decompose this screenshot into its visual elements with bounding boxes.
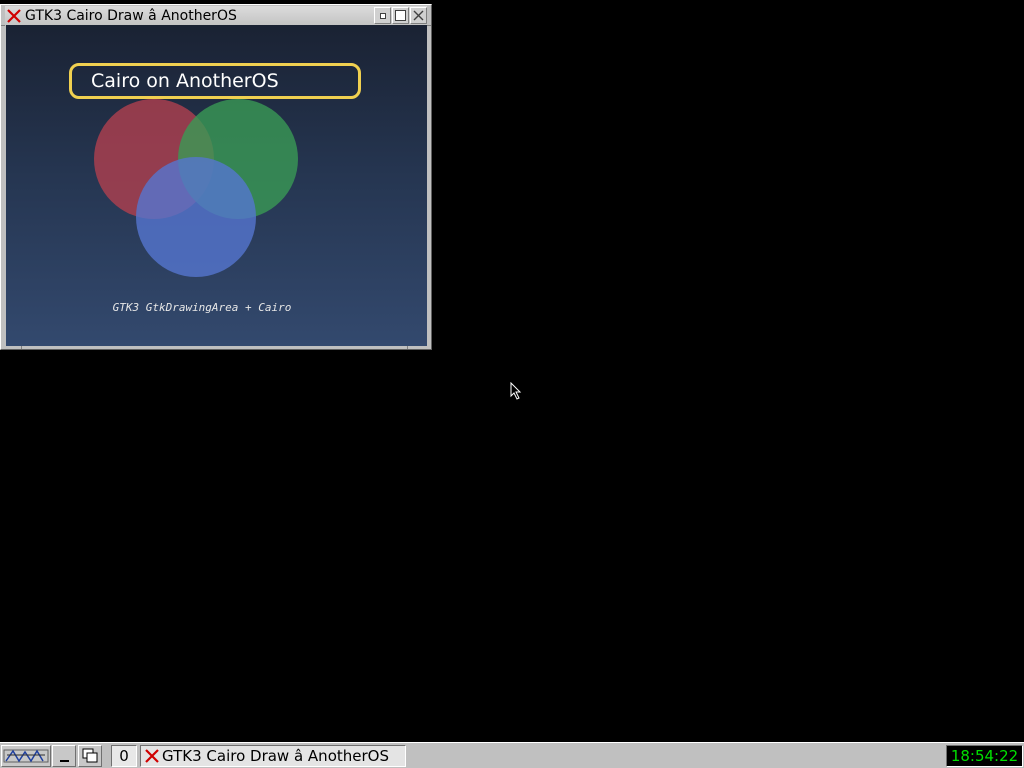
drawing-area[interactable]: Cairo on AnotherOS GTK3 GtkDrawingArea +… (6, 25, 427, 346)
window-list-icon (82, 748, 98, 763)
show-desktop-icon (59, 760, 69, 762)
task-label: GTK3 Cairo Draw â AnotherOS (162, 747, 389, 765)
blue-circle (136, 157, 256, 277)
canvas-caption: GTK3 GtkDrawingArea + Cairo (112, 301, 292, 314)
frame-corner-top-right (427, 25, 431, 26)
x-close-icon (143, 747, 161, 765)
window-titlebar[interactable]: GTK3 Cairo Draw â AnotherOS (5, 6, 427, 25)
close-button[interactable] (410, 7, 427, 24)
taskbar: 0 GTK3 Cairo Draw â AnotherOS 18:54:22 (0, 742, 1024, 768)
window-title: GTK3 Cairo Draw â AnotherOS (25, 7, 237, 24)
show-desktop-button[interactable] (52, 745, 76, 767)
frame-corner-top-left (1, 25, 5, 26)
title-banner: Cairo on AnotherOS (69, 63, 361, 99)
start-menu-button[interactable] (1, 745, 51, 767)
close-icon (413, 10, 424, 21)
minimize-button[interactable] (374, 7, 391, 24)
desktop[interactable]: GTK3 Cairo Draw â AnotherOS Cairo on Ano… (0, 0, 1024, 768)
banner-text: Cairo on AnotherOS (91, 70, 279, 92)
window-list-button[interactable] (78, 745, 102, 767)
taskbar-window-button[interactable]: GTK3 Cairo Draw â AnotherOS (140, 745, 406, 767)
maximize-button[interactable] (392, 7, 409, 24)
app-window: GTK3 Cairo Draw â AnotherOS Cairo on Ano… (0, 4, 432, 350)
maximize-icon (395, 10, 406, 21)
x-close-icon[interactable] (5, 7, 23, 25)
minimize-icon (379, 12, 386, 19)
icewm-logo-icon (3, 749, 49, 763)
workspace-button[interactable]: 0 (111, 745, 137, 767)
mouse-cursor-icon (510, 382, 522, 400)
clock[interactable]: 18:54:22 (946, 745, 1023, 767)
